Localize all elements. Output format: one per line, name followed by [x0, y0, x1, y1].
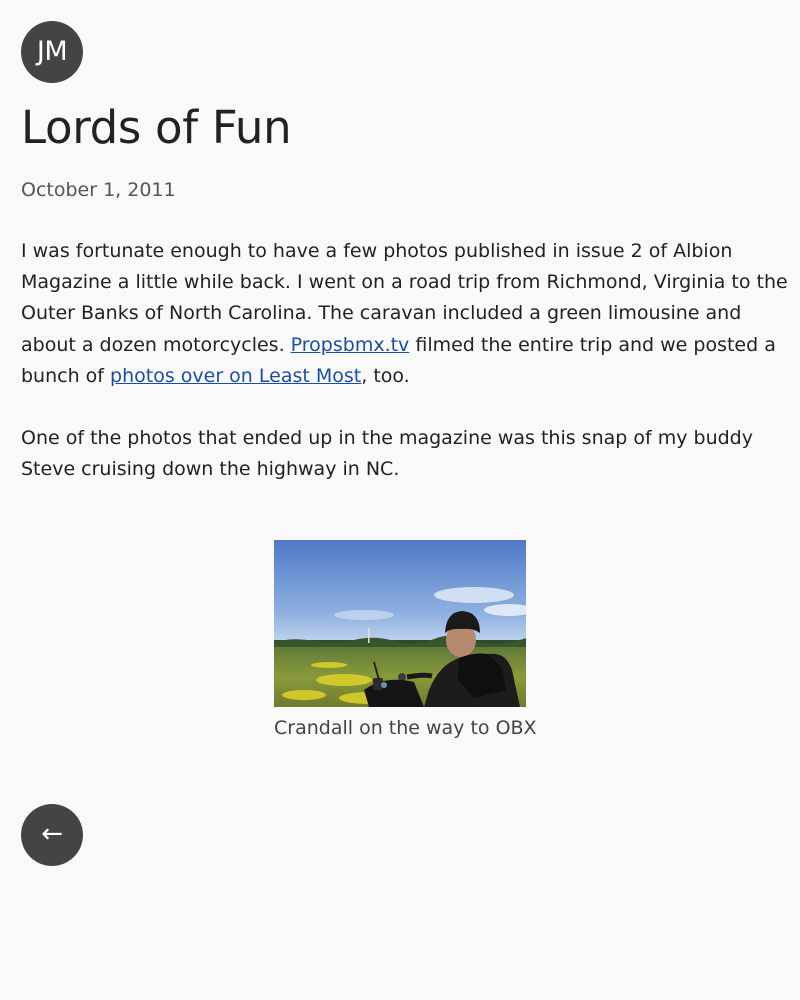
motorcycle-photo — [274, 540, 526, 707]
paragraph-1-text-c: , too. — [361, 364, 410, 387]
site-avatar-link[interactable]: JM — [21, 21, 83, 83]
least-most-photos-link[interactable]: photos over on Least Most — [110, 365, 361, 387]
propsbmx-link[interactable]: Propsbmx.tv — [291, 334, 410, 356]
post-date: October 1, 2011 — [21, 179, 176, 201]
left-arrow-icon: ← — [41, 819, 63, 849]
post-title: Lords of Fun — [21, 101, 292, 154]
post-content: I was fortunate enough to have a few pho… — [21, 236, 791, 516]
paragraph-2: One of the photos that ended up in the m… — [21, 427, 753, 481]
back-arrow-button[interactable]: ← — [21, 804, 83, 866]
page: JM Lords of Fun October 1, 2011 I was fo… — [0, 0, 800, 1000]
post-figure: Crandall on the way to OBX — [274, 540, 537, 742]
figure-caption: Crandall on the way to OBX — [274, 717, 537, 739]
paragraph-1: I was fortunate enough to have a few pho… — [21, 236, 791, 392]
